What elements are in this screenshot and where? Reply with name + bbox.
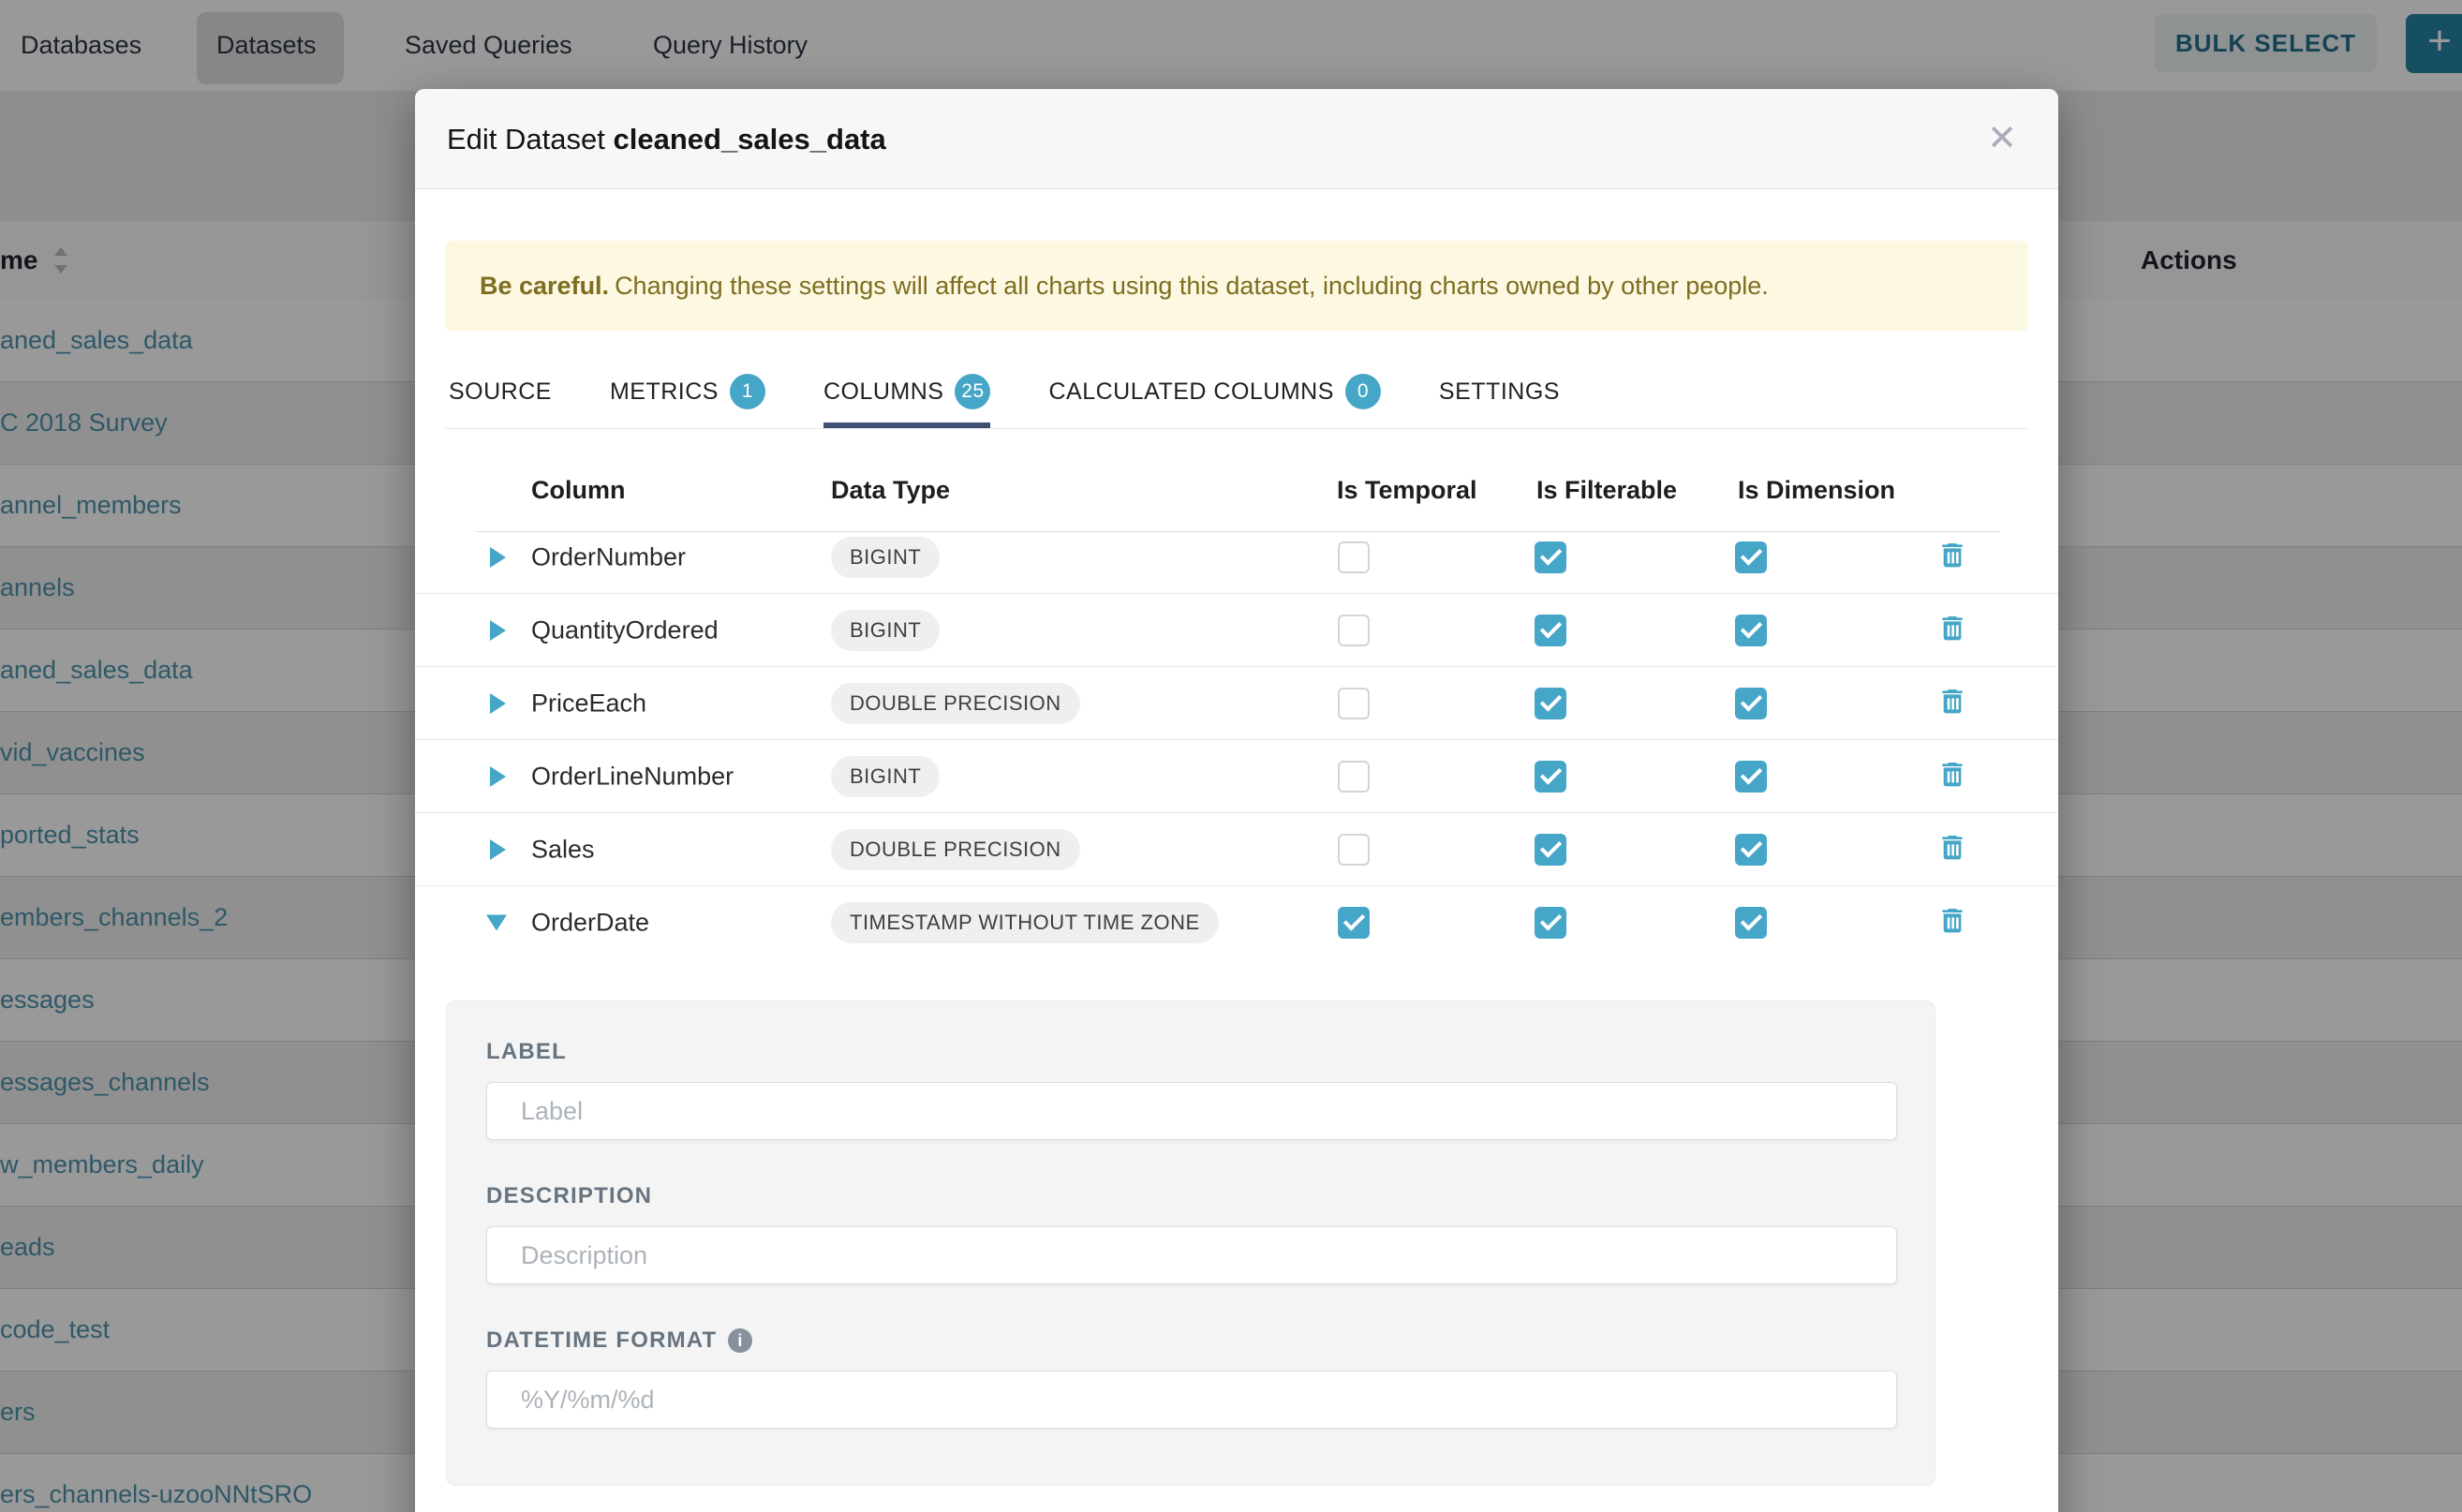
tab-label: CALCULATED COLUMNS bbox=[1048, 378, 1333, 406]
is-dimension-checkbox[interactable] bbox=[1735, 761, 1767, 793]
is-temporal-checkbox[interactable] bbox=[1338, 761, 1370, 793]
collapse-caret-icon[interactable] bbox=[486, 915, 507, 931]
tab-columns[interactable]: COLUMNS 25 bbox=[823, 354, 991, 429]
delete-column-icon[interactable] bbox=[1937, 685, 1975, 722]
is-dimension-checkbox[interactable] bbox=[1735, 541, 1767, 573]
warning-banner-text: Changing these settings will affect all … bbox=[615, 272, 1769, 300]
column-detail-panel: LABEL DESCRIPTION DATETIME FORMAT i bbox=[446, 1001, 1935, 1486]
expand-caret-icon[interactable] bbox=[490, 766, 506, 787]
delete-column-icon[interactable] bbox=[1937, 831, 1975, 868]
is-temporal-checkbox[interactable] bbox=[1338, 688, 1370, 719]
field-label-text: DATETIME FORMAT bbox=[486, 1327, 717, 1354]
is-filterable-checkbox[interactable] bbox=[1535, 761, 1566, 793]
field-label-datetime-format: DATETIME FORMAT i bbox=[486, 1327, 1895, 1354]
tab-source[interactable]: SOURCE bbox=[449, 354, 552, 429]
tabs-divider bbox=[445, 428, 2028, 429]
is-temporal-checkbox[interactable] bbox=[1338, 541, 1370, 573]
column-name: PriceEach bbox=[531, 689, 646, 718]
is-filterable-checkbox[interactable] bbox=[1535, 834, 1566, 866]
is-dimension-checkbox[interactable] bbox=[1735, 688, 1767, 719]
data-type-pill: TIMESTAMP WITHOUT TIME ZONE bbox=[831, 902, 1219, 943]
is-filterable-checkbox[interactable] bbox=[1535, 688, 1566, 719]
header-is-filterable: Is Filterable bbox=[1536, 448, 1677, 532]
delete-column-icon[interactable] bbox=[1937, 904, 1975, 941]
header-column: Column bbox=[531, 448, 626, 532]
tab-count-badge: 1 bbox=[730, 374, 765, 409]
modal-tabs: SOURCE METRICS 1 COLUMNS 25 CALCULATED COLUMN… bbox=[449, 354, 1560, 429]
field-label-description: DESCRIPTION bbox=[486, 1183, 1895, 1209]
columns-table-body: OrderNumber BIGINT QuantityOrdered BIGINT Pr… bbox=[415, 521, 2058, 959]
info-icon[interactable]: i bbox=[728, 1328, 752, 1353]
column-row-ordernumber: OrderNumber BIGINT bbox=[415, 521, 2058, 594]
is-temporal-checkbox[interactable] bbox=[1338, 834, 1370, 866]
field-label-text: DESCRIPTION bbox=[486, 1183, 652, 1209]
datetime-format-input[interactable] bbox=[486, 1371, 1897, 1429]
column-name: QuantityOrdered bbox=[531, 615, 719, 645]
field-label-label: LABEL bbox=[486, 1039, 1895, 1065]
description-input[interactable] bbox=[486, 1226, 1897, 1284]
column-row-orderlinenumber: OrderLineNumber BIGINT bbox=[415, 740, 2058, 813]
data-type-pill: BIGINT bbox=[831, 537, 940, 578]
modal-title-prefix: Edit Dataset bbox=[447, 123, 605, 156]
expand-caret-icon[interactable] bbox=[490, 693, 506, 714]
modal-title: Edit Dataset cleaned_sales_data bbox=[447, 89, 886, 189]
close-icon[interactable]: ✕ bbox=[1987, 89, 2017, 189]
modal-title-dataset-name: cleaned_sales_data bbox=[614, 123, 886, 156]
tab-calculated-columns[interactable]: CALCULATED COLUMNS 0 bbox=[1048, 354, 1380, 429]
tab-label: COLUMNS bbox=[823, 378, 944, 406]
expand-caret-icon[interactable] bbox=[490, 839, 506, 860]
is-dimension-checkbox[interactable] bbox=[1735, 615, 1767, 646]
delete-column-icon[interactable] bbox=[1937, 539, 1975, 576]
is-filterable-checkbox[interactable] bbox=[1535, 907, 1566, 939]
is-temporal-checkbox[interactable] bbox=[1338, 615, 1370, 646]
column-name: OrderLineNumber bbox=[531, 762, 734, 791]
data-type-pill: DOUBLE PRECISION bbox=[831, 683, 1080, 724]
tab-settings[interactable]: SETTINGS bbox=[1439, 354, 1560, 429]
delete-column-icon[interactable] bbox=[1937, 612, 1975, 649]
modal-header: Edit Dataset cleaned_sales_data ✕ bbox=[415, 89, 2058, 189]
field-label-text: LABEL bbox=[486, 1039, 567, 1065]
is-temporal-checkbox[interactable] bbox=[1338, 907, 1370, 939]
delete-column-icon[interactable] bbox=[1937, 758, 1975, 795]
column-row-sales: Sales DOUBLE PRECISION bbox=[415, 813, 2058, 886]
data-type-pill: BIGINT bbox=[831, 610, 940, 651]
column-row-priceeach: PriceEach DOUBLE PRECISION bbox=[415, 667, 2058, 740]
app-root: DatabasesDatasetsSaved QueriesQuery Hist… bbox=[0, 0, 2462, 1512]
tab-label: SETTINGS bbox=[1439, 378, 1560, 406]
is-dimension-checkbox[interactable] bbox=[1735, 907, 1767, 939]
label-input[interactable] bbox=[486, 1082, 1897, 1140]
data-type-pill: BIGINT bbox=[831, 756, 940, 797]
data-type-pill: DOUBLE PRECISION bbox=[831, 829, 1080, 870]
tab-metrics[interactable]: METRICS 1 bbox=[610, 354, 765, 429]
header-is-temporal: Is Temporal bbox=[1337, 448, 1477, 532]
expand-caret-icon[interactable] bbox=[490, 547, 506, 568]
expand-caret-icon[interactable] bbox=[490, 620, 506, 641]
warning-banner: Be careful.Changing these settings will … bbox=[445, 241, 2028, 331]
columns-table-header: Column Data Type Is Temporal Is Filterab… bbox=[415, 448, 2058, 532]
warning-banner-bold: Be careful. bbox=[480, 272, 609, 300]
is-filterable-checkbox[interactable] bbox=[1535, 615, 1566, 646]
tab-label: SOURCE bbox=[449, 378, 552, 406]
edit-dataset-modal: Edit Dataset cleaned_sales_data ✕ Be car… bbox=[415, 89, 2058, 1512]
column-name: Sales bbox=[531, 835, 595, 864]
column-name: OrderNumber bbox=[531, 542, 686, 571]
column-name: OrderDate bbox=[531, 909, 649, 938]
is-filterable-checkbox[interactable] bbox=[1535, 541, 1566, 573]
tab-label: METRICS bbox=[610, 378, 719, 406]
tab-count-badge: 0 bbox=[1345, 374, 1381, 409]
header-is-dimension: Is Dimension bbox=[1738, 448, 1895, 532]
column-row-orderdate: OrderDate TIMESTAMP WITHOUT TIME ZONE bbox=[415, 886, 2058, 959]
is-dimension-checkbox[interactable] bbox=[1735, 834, 1767, 866]
header-data-type: Data Type bbox=[831, 448, 950, 532]
tab-count-badge: 25 bbox=[955, 374, 990, 409]
column-row-quantityordered: QuantityOrdered BIGINT bbox=[415, 594, 2058, 667]
